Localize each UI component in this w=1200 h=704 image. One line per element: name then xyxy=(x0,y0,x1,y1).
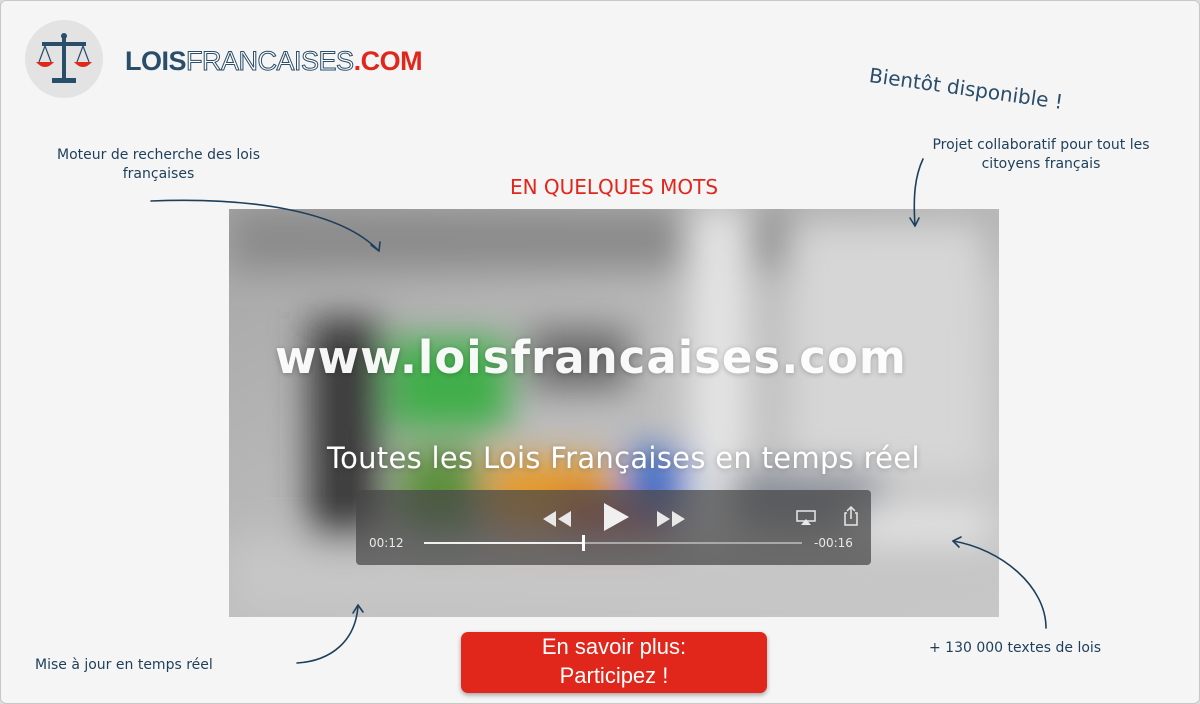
learn-more-button[interactable]: En savoir plus: Participez ! xyxy=(461,632,767,693)
video-url-caption: www.loisfrancaises.com xyxy=(275,331,907,384)
brand-part-lois: LOIS xyxy=(125,46,187,76)
brand-part-com: .COM xyxy=(353,46,423,76)
section-title: EN QUELQUES MOTS xyxy=(509,175,719,199)
coming-soon-text: Bientôt disponible ! xyxy=(867,63,1065,114)
elapsed-time: 00:12 xyxy=(369,536,404,550)
landing-page: LOISFRANCAISES.COM Bientôt disponible ! … xyxy=(0,0,1200,704)
airplay-icon[interactable] xyxy=(796,510,816,526)
note-collaborative: Projet collaboratif pour tout les citoye… xyxy=(932,137,1150,172)
seek-bar-progress xyxy=(424,542,583,544)
fast-forward-icon[interactable] xyxy=(656,510,686,528)
share-icon[interactable] xyxy=(843,506,859,526)
note-texts-count: + 130 000 textes de lois xyxy=(929,640,1102,656)
brand-part-francaises: FRANCAISES xyxy=(186,46,355,77)
seek-thumb[interactable] xyxy=(581,535,585,551)
remaining-time: -00:16 xyxy=(814,536,853,550)
learn-more-line2: Participez ! xyxy=(559,663,669,688)
video-controls-bar[interactable]: 00:12 -00:16 xyxy=(356,490,871,565)
learn-more-line1: En savoir plus: xyxy=(541,634,687,659)
rewind-icon[interactable] xyxy=(542,510,572,528)
note-realtime-update: Mise à jour en temps réel xyxy=(35,657,213,673)
video-player[interactable]: www.loisfrancaises.com Toutes les Lois F… xyxy=(229,209,999,617)
scales-of-justice-icon xyxy=(25,20,103,98)
video-tagline: Toutes les Lois Françaises en temps réel xyxy=(327,441,920,475)
seek-bar[interactable] xyxy=(424,535,802,551)
brand-wordmark[interactable]: LOISFRANCAISES.COM xyxy=(125,45,423,77)
play-icon[interactable] xyxy=(602,502,630,532)
